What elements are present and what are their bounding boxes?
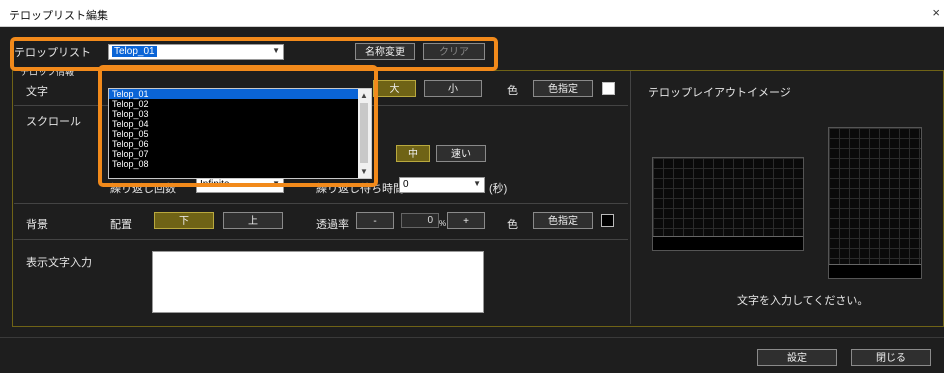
close-icon[interactable]: × <box>932 5 940 20</box>
opacity-plus-button[interactable]: + <box>447 212 485 229</box>
preview-title: テロップレイアウトイメージ <box>648 87 791 99</box>
placement-down-button[interactable]: 下 <box>154 212 214 229</box>
divider <box>0 337 944 338</box>
list-item[interactable]: Telop_04 <box>109 119 371 129</box>
list-item[interactable]: Telop_05 <box>109 129 371 139</box>
text-color-label: 色 <box>507 85 518 97</box>
placement-label: 配置 <box>110 219 132 231</box>
opacity-minus-button[interactable]: - <box>356 212 394 229</box>
preview-landscape <box>652 157 804 251</box>
display-text-input[interactable] <box>152 251 484 313</box>
bg-color-button[interactable]: 色指定 <box>533 212 593 229</box>
repeat-wait-unit: (秒) <box>489 183 508 195</box>
bg-color-swatch[interactable] <box>601 214 614 227</box>
input-label: 表示文字入力 <box>26 257 92 269</box>
repeat-wait-select[interactable]: 0 ▼ <box>399 177 485 193</box>
list-item[interactable]: Telop_06 <box>109 139 371 149</box>
bg-color-label: 色 <box>507 219 518 231</box>
list-item[interactable]: Telop_07 <box>109 149 371 159</box>
speed-mid-button[interactable]: 中 <box>396 145 430 162</box>
divider <box>14 239 628 240</box>
background-label: 背景 <box>26 219 48 231</box>
telop-dropdown-list[interactable]: Telop_01 Telop_02 Telop_03 Telop_04 Telo… <box>108 88 372 179</box>
preview-portrait <box>828 127 922 279</box>
window-title: テロップリスト編集 <box>9 10 108 22</box>
list-item[interactable]: Telop_03 <box>109 109 371 119</box>
text-label: 文字 <box>26 86 48 98</box>
scroll-thumb[interactable] <box>360 103 368 163</box>
close-button[interactable]: 閉じる <box>851 349 931 366</box>
preview-bar <box>829 264 921 278</box>
dropdown-scrollbar[interactable]: ▲ ▼ <box>358 89 371 178</box>
opacity-value: 0 <box>427 215 433 226</box>
size-large-button[interactable]: 大 <box>373 80 416 97</box>
opacity-field[interactable]: 0 <box>401 213 439 228</box>
divider <box>14 203 628 204</box>
chevron-down-icon[interactable]: ▼ <box>360 167 368 176</box>
opacity-unit: % <box>439 219 447 228</box>
preview-bar <box>653 236 803 250</box>
placement-up-button[interactable]: 上 <box>223 212 283 229</box>
scroll-label: スクロール <box>26 116 81 128</box>
text-color-swatch[interactable] <box>602 82 615 95</box>
preview-prompt: 文字を入力してください。 <box>737 295 869 307</box>
repeat-wait-value: 0 <box>403 179 409 190</box>
divider <box>630 71 631 324</box>
chevron-down-icon: ▼ <box>473 179 481 188</box>
chevron-up-icon[interactable]: ▲ <box>360 91 368 100</box>
speed-fast-button[interactable]: 速い <box>436 145 486 162</box>
opacity-label: 透過率 <box>316 219 349 231</box>
list-item[interactable]: Telop_08 <box>109 159 371 169</box>
list-item[interactable]: Telop_01 <box>109 89 371 99</box>
list-item[interactable]: Telop_02 <box>109 99 371 109</box>
window-titlebar: テロップリスト編集 × <box>0 0 944 27</box>
text-color-button[interactable]: 色指定 <box>533 80 593 97</box>
size-small-button[interactable]: 小 <box>424 80 482 97</box>
ok-button[interactable]: 設定 <box>757 349 837 366</box>
dialog-body: テロップリスト Telop_01 ▼ 名称変更 クリア テロップ情報 文字 大 … <box>0 27 944 373</box>
